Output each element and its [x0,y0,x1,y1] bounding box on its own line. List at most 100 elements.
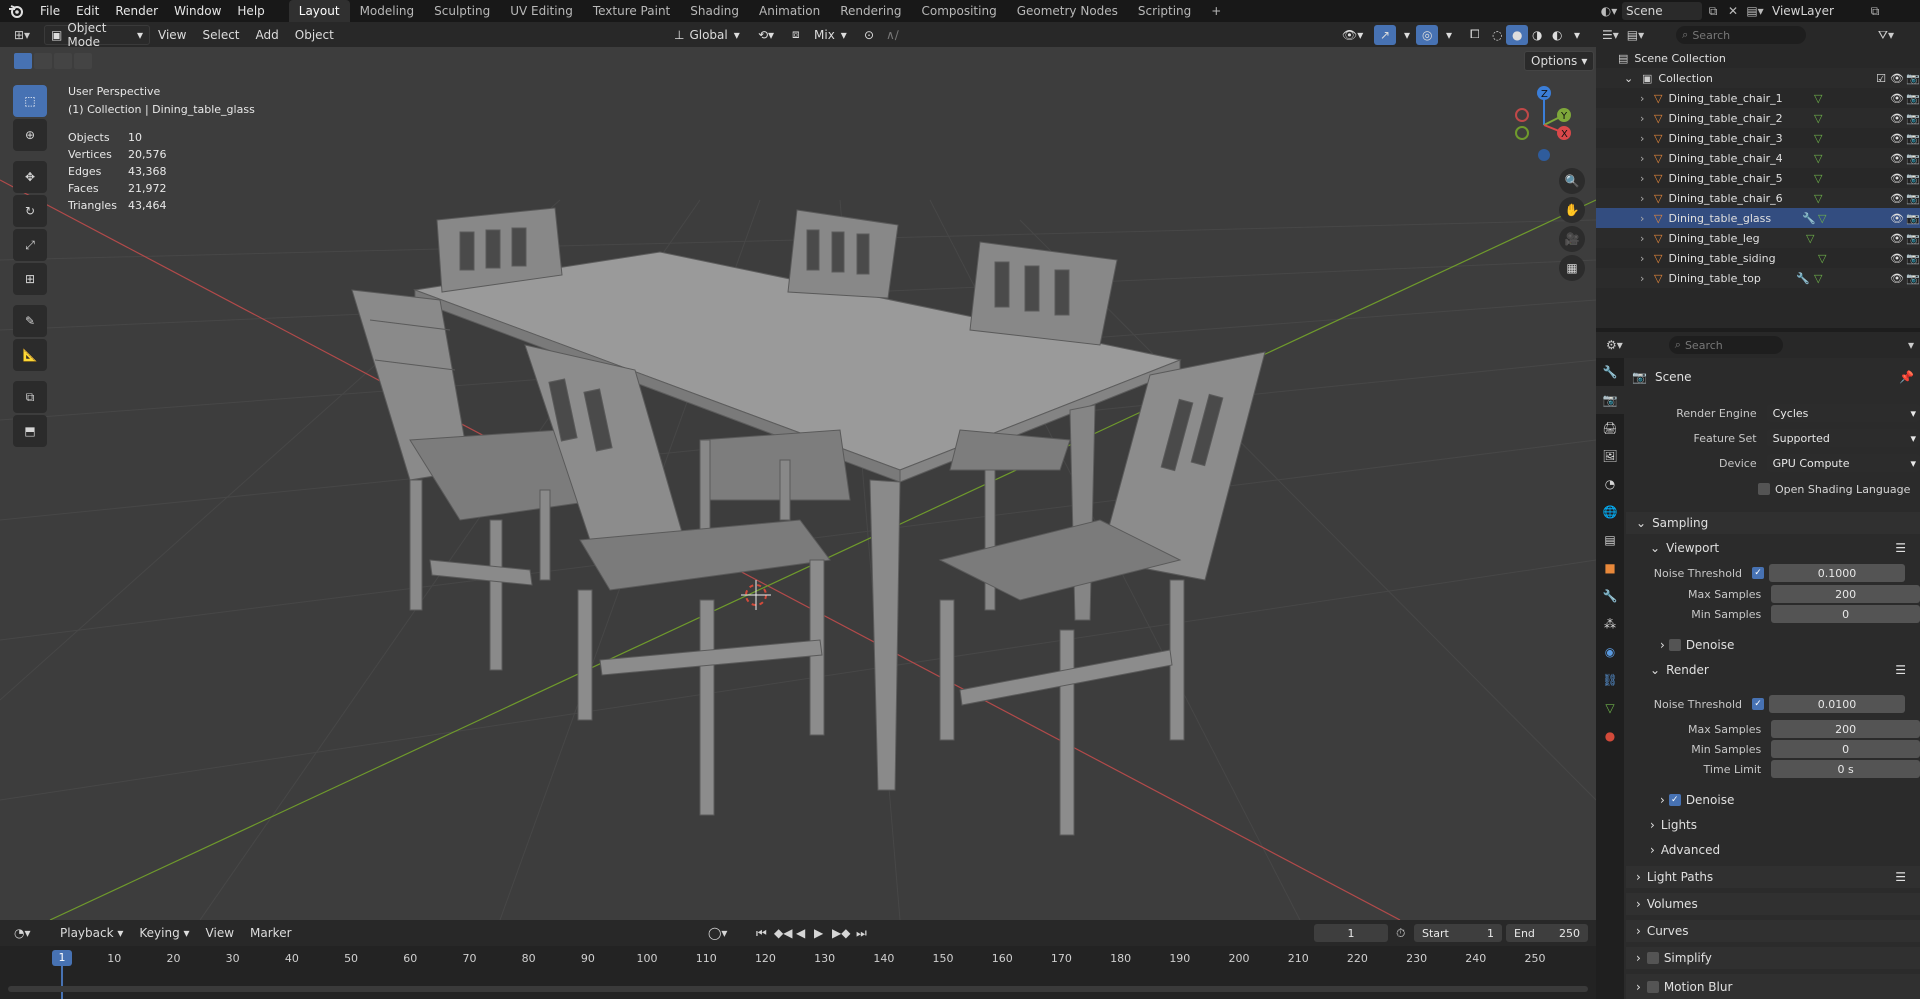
viewport-subpanel-header[interactable]: ⌄ Viewport ☰ [1626,537,1920,559]
select-box-tool[interactable]: ⬚ [13,85,47,117]
render-camera-icon[interactable]: 📷 [1906,152,1920,165]
expand-item-icon[interactable]: › [1640,272,1654,285]
end-frame-field[interactable]: End 250 [1506,924,1588,942]
zoom-icon[interactable]: 🔍 [1559,168,1585,194]
menu-file[interactable]: File [32,0,68,22]
mesh-data-icon[interactable]: ▽ [1814,172,1822,185]
visibility-eye-icon[interactable]: 👁 [1890,132,1904,145]
jump-end-icon[interactable]: ⏭ [856,926,867,941]
measure-tool[interactable]: 📐 [13,339,47,371]
output-tab-icon[interactable]: 🖨 [1596,414,1624,442]
modifier-icon[interactable]: 🔧 [1802,212,1816,225]
light-paths-presets-icon[interactable]: ☰ [1895,870,1906,884]
display-mode-icon[interactable]: ▤▾ [1627,28,1644,42]
expand-item-icon[interactable]: › [1640,172,1654,185]
mesh-data-icon[interactable]: ▽ [1814,272,1822,285]
tab-compositing[interactable]: Compositing [911,0,1006,22]
motion-blur-panel[interactable]: › Motion Blur [1626,974,1920,999]
render-tab-icon[interactable]: 📷 [1596,386,1624,414]
annotate-tool[interactable]: ✎ [13,305,47,337]
snap-target-dropdown[interactable]: Mix ▾ [808,25,853,45]
render-camera-icon[interactable]: 📷 [1906,172,1920,185]
current-frame-field[interactable]: 1 [1314,924,1388,942]
viewport-noise-field[interactable]: 0.1000 [1769,564,1905,582]
particles-tab-icon[interactable]: ⁂ [1596,610,1624,638]
scene-icon[interactable]: ◐▾ [1596,4,1622,18]
lights-subpanel[interactable]: › Lights [1626,814,1920,836]
editor-type-icon[interactable]: ⊞▾ [14,28,44,42]
sampling-panel-header[interactable]: ⌄ Sampling [1626,512,1920,534]
properties-search[interactable]: ⌕ Search [1668,336,1783,354]
modifier-tab-icon[interactable]: 🔧 [1596,582,1624,610]
visibility-eye-icon[interactable]: 👁 [1890,172,1904,185]
render-camera-icon[interactable]: 📷 [1906,252,1920,265]
play-reverse-icon[interactable]: ◀ [796,926,805,940]
object-tab-icon[interactable]: ■ [1596,554,1624,582]
tab-geometry-nodes[interactable]: Geometry Nodes [1007,0,1128,22]
mesh-data-icon[interactable]: ▽ [1818,252,1826,265]
menu-render[interactable]: Render [107,0,166,22]
visibility-eye-icon[interactable]: 👁 [1890,232,1904,245]
volumes-panel[interactable]: › Volumes [1626,893,1920,915]
gizmo-dropdown-icon[interactable]: ▾ [1398,25,1416,45]
properties-options-icon[interactable]: ▾ [1908,338,1914,352]
rendered-shading-icon[interactable]: ◐ [1546,25,1568,45]
device-dropdown[interactable]: GPU Compute ▾ [1766,454,1920,472]
material-tab-icon[interactable]: ● [1596,722,1624,750]
collection-visibility-icon[interactable]: 👁 [1890,72,1904,85]
outliner-item[interactable]: › ▽ Dining_table_chair_3 ▽ 👁 📷 [1596,128,1920,148]
tab-animation[interactable]: Animation [749,0,830,22]
scale-tool[interactable]: ⤢ [13,229,47,261]
expand-item-icon[interactable]: › [1640,152,1654,165]
auto-keying-icon[interactable]: ◯▾ [708,926,727,940]
jump-keyframe-forward-icon[interactable]: ▶◆ [832,926,850,940]
timeline-scrollbar[interactable] [8,986,1588,992]
snap-toggle-icon[interactable]: ⧈ [786,25,806,45]
tab-modeling[interactable]: Modeling [350,0,425,22]
view-layer-name[interactable]: ViewLayer [1768,4,1864,18]
menu-window[interactable]: Window [166,0,229,22]
visibility-eye-icon[interactable]: 👁 [1890,212,1904,225]
playhead[interactable]: 1 [52,950,72,966]
visibility-icon[interactable]: 👁▾ [1336,25,1369,45]
select-new-icon[interactable] [14,53,32,69]
menu-add[interactable]: Add [248,23,287,47]
viewport-presets-icon[interactable]: ☰ [1895,541,1906,555]
new-scene-icon[interactable]: ⧉ [1702,4,1724,19]
overlay-dropdown-icon[interactable]: ▾ [1440,25,1458,45]
add-cube-tool[interactable]: ⧉ [13,381,47,413]
gizmo-toggle-icon[interactable]: ↗ [1374,24,1397,45]
tab-sculpting[interactable]: Sculpting [424,0,500,22]
visibility-eye-icon[interactable]: 👁 [1890,272,1904,285]
render-camera-icon[interactable]: 📷 [1906,92,1920,105]
collection-render-icon[interactable]: 📷 [1906,72,1920,85]
viewport-denoise-checkbox[interactable] [1668,639,1681,651]
timeline-view-menu[interactable]: View [198,921,242,945]
render-noise-field[interactable]: 0.0100 [1769,695,1905,713]
expand-item-icon[interactable]: › [1640,112,1654,125]
tab-rendering[interactable]: Rendering [830,0,911,22]
play-icon[interactable]: ▶ [814,926,823,940]
pin-icon[interactable]: 📌 [1899,370,1914,384]
3d-viewport[interactable]: Options ▾ ⬚ ⊕ ✥ ↻ ⤢ ⊞ ✎ 📐 ⧉ ⬒ User Perspe… [0,47,1596,920]
tab-texture-paint[interactable]: Texture Paint [583,0,680,22]
outliner-item[interactable]: › ▽ Dining_table_glass 🔧 ▽ 👁 📷 [1596,208,1920,228]
menu-select[interactable]: Select [194,23,247,47]
tab-scripting[interactable]: Scripting [1128,0,1201,22]
preview-range-icon[interactable]: ⏱ [1396,926,1405,941]
proportional-edit-icon[interactable]: ⊙ [858,25,880,45]
outliner-item[interactable]: › ▽ Dining_table_top 🔧 ▽ 👁 📷 [1596,268,1920,288]
options-dropdown[interactable]: Options ▾ [1524,51,1595,71]
collection-checkbox-icon[interactable]: ☑ [1876,72,1886,85]
light-paths-panel[interactable]: › Light Paths ☰ [1626,866,1920,888]
modifier-icon[interactable]: 🔧 [1796,272,1810,285]
outliner-item[interactable]: › ▽ Dining_table_leg ▽ 👁 📷 [1596,228,1920,248]
scene-name[interactable]: Scene [1622,2,1702,20]
mesh-data-icon[interactable]: ▽ [1814,132,1822,145]
xray-icon[interactable]: ⧠ [1464,25,1486,45]
delete-scene-icon[interactable]: ✕ [1724,4,1742,18]
render-denoise-checkbox[interactable]: ✓ [1668,794,1681,806]
outliner-editor-icon[interactable]: ☰▾ [1602,28,1619,42]
playback-menu[interactable]: Playback ▾ [52,921,131,945]
scene-tab-icon[interactable]: ◔ [1596,470,1624,498]
